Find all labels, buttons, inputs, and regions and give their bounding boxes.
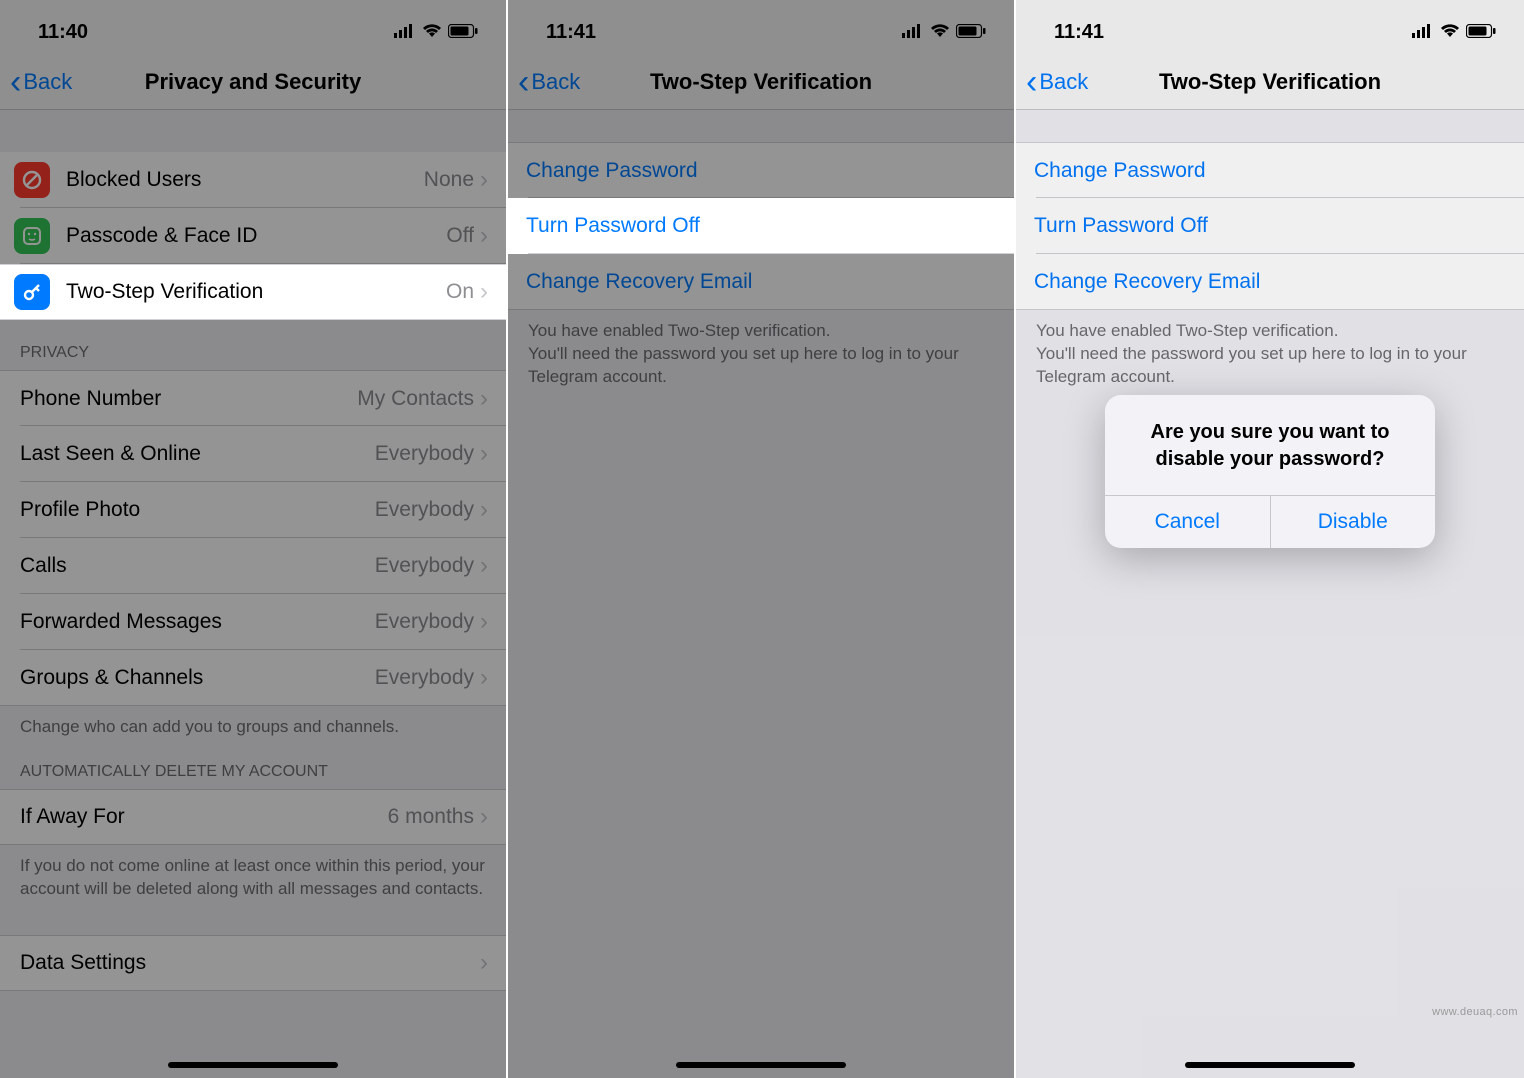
- row-label: Turn Password Off: [526, 214, 996, 238]
- row-value: Everybody: [375, 442, 474, 466]
- row-label: Change Password: [526, 159, 996, 183]
- alert-message: Are you sure you want to disable your pa…: [1105, 395, 1435, 496]
- screen-disable-password-alert: 11:41 ‹ Back Two-Step Verification Chang…: [1016, 0, 1524, 1078]
- row-value: On: [446, 280, 474, 304]
- row-label: Phone Number: [20, 387, 357, 411]
- row-label: Calls: [20, 554, 375, 578]
- chevron-right-icon: ›: [480, 222, 488, 250]
- row-label: Groups & Channels: [20, 666, 375, 690]
- status-bar: 11:40: [0, 0, 506, 54]
- cancel-button[interactable]: Cancel: [1105, 496, 1270, 548]
- row-value: My Contacts: [357, 387, 474, 411]
- chevron-left-icon: ‹: [10, 65, 21, 99]
- row-passcode-faceid[interactable]: Passcode & Face ID Off ›: [0, 208, 506, 264]
- row-label: Data Settings: [20, 951, 480, 975]
- row-groups-channels[interactable]: Groups & Channels Everybody ›: [0, 650, 506, 706]
- home-indicator: [676, 1062, 846, 1068]
- row-label: Forwarded Messages: [20, 610, 375, 634]
- confirm-disable-alert: Are you sure you want to disable your pa…: [1105, 395, 1435, 548]
- row-value: None: [424, 168, 474, 192]
- chevron-right-icon: ›: [480, 440, 488, 468]
- section-header-autodelete: AUTOMATICALLY DELETE MY ACCOUNT: [0, 745, 506, 789]
- status-right: [394, 21, 478, 44]
- back-button[interactable]: ‹ Back: [508, 65, 580, 99]
- home-indicator: [1185, 1062, 1355, 1068]
- row-value: Everybody: [375, 610, 474, 634]
- back-button[interactable]: ‹ Back: [0, 65, 72, 99]
- block-icon: [14, 162, 50, 198]
- row-value: Everybody: [375, 666, 474, 690]
- page-title: Two-Step Verification: [508, 69, 1014, 95]
- status-bar: 11:41: [508, 0, 1014, 54]
- row-if-away-for[interactable]: If Away For 6 months ›: [0, 789, 506, 845]
- chevron-left-icon: ‹: [518, 65, 529, 99]
- row-calls[interactable]: Calls Everybody ›: [0, 538, 506, 594]
- key-icon: [14, 274, 50, 310]
- status-time: 11:41: [546, 21, 596, 44]
- row-label: Change Recovery Email: [526, 270, 996, 294]
- battery-icon: [956, 21, 986, 44]
- screen-privacy-security: 11:40 ‹ Back Privacy and Security Blocke…: [0, 0, 508, 1078]
- back-label: Back: [531, 69, 580, 95]
- alert-buttons: Cancel Disable: [1105, 496, 1435, 548]
- signal-icon: [394, 21, 416, 44]
- status-right: [902, 21, 986, 44]
- nav-bar: ‹ Back Two-Step Verification: [508, 54, 1014, 110]
- row-label: Blocked Users: [66, 168, 424, 192]
- signal-icon: [902, 21, 924, 44]
- faceid-icon: [14, 218, 50, 254]
- chevron-right-icon: ›: [480, 664, 488, 692]
- page-title: Privacy and Security: [0, 69, 506, 95]
- row-change-password[interactable]: Change Password: [508, 142, 1014, 198]
- row-label: Last Seen & Online: [20, 442, 375, 466]
- row-value: Everybody: [375, 554, 474, 578]
- row-label: Profile Photo: [20, 498, 375, 522]
- alert-backdrop[interactable]: Are you sure you want to disable your pa…: [1016, 0, 1524, 1078]
- row-label: Passcode & Face ID: [66, 224, 446, 248]
- row-value: Off: [446, 224, 474, 248]
- row-forwarded-messages[interactable]: Forwarded Messages Everybody ›: [0, 594, 506, 650]
- screen-two-step-verification: 11:41 ‹ Back Two-Step Verification Chang…: [508, 0, 1016, 1078]
- section-header-privacy: PRIVACY: [0, 320, 506, 370]
- row-two-step-verification[interactable]: Two-Step Verification On ›: [0, 264, 506, 320]
- home-indicator: [168, 1062, 338, 1068]
- row-change-recovery-email[interactable]: Change Recovery Email: [508, 254, 1014, 310]
- autodelete-footer: If you do not come online at least once …: [0, 845, 506, 907]
- battery-icon: [448, 21, 478, 44]
- chevron-right-icon: ›: [480, 949, 488, 977]
- two-step-footer: You have enabled Two-Step verification. …: [508, 310, 1014, 395]
- chevron-right-icon: ›: [480, 496, 488, 524]
- chevron-right-icon: ›: [480, 552, 488, 580]
- chevron-right-icon: ›: [480, 278, 488, 306]
- wifi-icon: [930, 21, 950, 44]
- wifi-icon: [422, 21, 442, 44]
- chevron-right-icon: ›: [480, 803, 488, 831]
- row-value: Everybody: [375, 498, 474, 522]
- row-blocked-users[interactable]: Blocked Users None ›: [0, 152, 506, 208]
- chevron-right-icon: ›: [480, 608, 488, 636]
- back-label: Back: [23, 69, 72, 95]
- row-value: 6 months: [388, 805, 474, 829]
- chevron-right-icon: ›: [480, 385, 488, 413]
- row-phone-number[interactable]: Phone Number My Contacts ›: [0, 370, 506, 426]
- row-label: Two-Step Verification: [66, 280, 446, 304]
- row-data-settings[interactable]: Data Settings ›: [0, 935, 506, 991]
- row-profile-photo[interactable]: Profile Photo Everybody ›: [0, 482, 506, 538]
- row-last-seen[interactable]: Last Seen & Online Everybody ›: [0, 426, 506, 482]
- status-time: 11:40: [38, 21, 88, 44]
- row-turn-password-off[interactable]: Turn Password Off: [508, 198, 1014, 254]
- watermark: www.deuaq.com: [1432, 1006, 1518, 1018]
- disable-button[interactable]: Disable: [1270, 496, 1436, 548]
- privacy-footer: Change who can add you to groups and cha…: [0, 706, 506, 745]
- chevron-right-icon: ›: [480, 166, 488, 194]
- row-label: If Away For: [20, 805, 388, 829]
- nav-bar: ‹ Back Privacy and Security: [0, 54, 506, 110]
